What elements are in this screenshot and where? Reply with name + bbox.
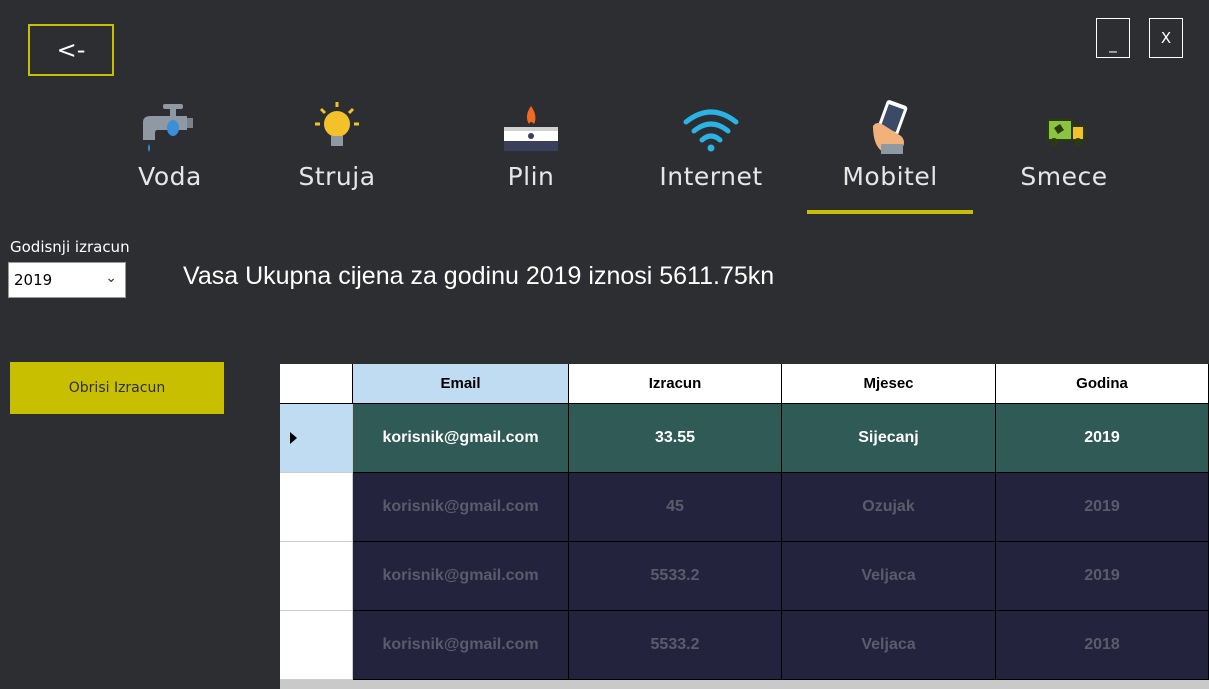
category-plin[interactable]: Plin: [456, 96, 606, 191]
year-select[interactable]: 2019 ⌄: [8, 262, 126, 298]
category-label: Smece: [1020, 162, 1108, 191]
water-tap-icon: [95, 96, 245, 156]
row-selector[interactable]: [280, 473, 353, 542]
back-button[interactable]: <-: [28, 24, 114, 76]
category-smece[interactable]: Smece: [989, 96, 1139, 191]
column-header-godina[interactable]: Godina: [996, 364, 1209, 404]
row-selector[interactable]: [280, 404, 353, 473]
gas-stove-icon: [456, 96, 606, 156]
cell-izracun[interactable]: 5533.2: [569, 611, 782, 680]
chevron-down-icon: ⌄: [105, 270, 117, 286]
cell-godina[interactable]: 2019: [996, 542, 1209, 611]
cell-email[interactable]: korisnik@gmail.com: [353, 473, 569, 542]
category-voda[interactable]: Voda: [95, 96, 245, 191]
cell-email[interactable]: korisnik@gmail.com: [353, 542, 569, 611]
year-filter-label: Godisnji izracun: [10, 238, 130, 256]
minimize-button[interactable]: _: [1096, 18, 1130, 58]
category-label: Voda: [138, 162, 202, 191]
row-selector[interactable]: [280, 542, 353, 611]
cell-mjesec[interactable]: Ozujak: [782, 473, 996, 542]
cell-email[interactable]: korisnik@gmail.com: [353, 404, 569, 473]
year-select-value: 2019: [14, 271, 53, 289]
row-header-corner: [280, 364, 353, 404]
column-header-mjesec[interactable]: Mjesec: [782, 364, 996, 404]
delete-calculation-button[interactable]: Obrisi Izracun: [10, 362, 224, 414]
cell-godina[interactable]: 2019: [996, 404, 1209, 473]
light-bulb-icon: [262, 96, 412, 156]
table-row[interactable]: korisnik@gmail.com 33.55 Sijecanj 2019: [280, 404, 1209, 473]
cell-izracun[interactable]: 45: [569, 473, 782, 542]
grid-header: Email Izracun Mjesec Godina: [280, 364, 1209, 404]
table-row[interactable]: korisnik@gmail.com 45 Ozujak 2019: [280, 473, 1209, 542]
wifi-icon: [636, 96, 786, 156]
close-button[interactable]: X: [1149, 18, 1183, 58]
garbage-truck-icon: [989, 96, 1139, 156]
total-summary: Vasa Ukupna cijena za godinu 2019 iznosi…: [183, 262, 775, 290]
cell-mjesec[interactable]: Veljaca: [782, 611, 996, 680]
category-struja[interactable]: Struja: [262, 96, 412, 191]
cell-izracun[interactable]: 5533.2: [569, 542, 782, 611]
row-selector[interactable]: [280, 611, 353, 680]
category-label: Struja: [298, 162, 376, 191]
category-label: Internet: [659, 162, 763, 191]
table-row[interactable]: korisnik@gmail.com 5533.2 Veljaca 2018: [280, 611, 1209, 680]
category-label: Mobitel: [842, 162, 938, 191]
cell-izracun[interactable]: 33.55: [569, 404, 782, 473]
column-header-email[interactable]: Email: [353, 364, 569, 404]
category-label: Plin: [507, 162, 555, 191]
column-header-izracun[interactable]: Izracun: [569, 364, 782, 404]
current-row-icon: [290, 432, 297, 444]
cell-mjesec[interactable]: Sijecanj: [782, 404, 996, 473]
cell-godina[interactable]: 2018: [996, 611, 1209, 680]
cell-mjesec[interactable]: Veljaca: [782, 542, 996, 611]
active-tab-indicator: [807, 210, 973, 214]
cell-email[interactable]: korisnik@gmail.com: [353, 611, 569, 680]
category-internet[interactable]: Internet: [636, 96, 786, 191]
category-mobitel[interactable]: Mobitel: [815, 96, 965, 191]
table-row[interactable]: korisnik@gmail.com 5533.2 Veljaca 2019: [280, 542, 1209, 611]
cell-godina[interactable]: 2019: [996, 473, 1209, 542]
calculation-grid[interactable]: Email Izracun Mjesec Godina korisnik@gma…: [280, 364, 1209, 689]
mobile-phone-icon: [815, 96, 965, 156]
